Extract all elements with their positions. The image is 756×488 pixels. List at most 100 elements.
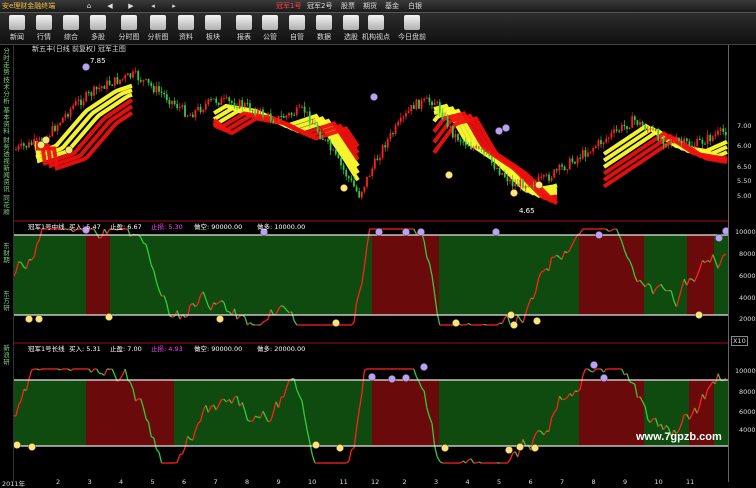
quotes-icon — [36, 15, 52, 30]
menu-item[interactable]: 白银 — [408, 0, 422, 12]
candle-body — [202, 110, 204, 112]
forward-icon[interactable]: ▶ — [125, 1, 137, 11]
candle-body — [254, 110, 256, 115]
prev-icon[interactable]: ◂ — [147, 1, 159, 11]
candle-body — [291, 113, 293, 115]
oscillator-segment — [609, 231, 612, 232]
candle-body — [249, 103, 251, 111]
menu-item[interactable]: 期货 — [363, 0, 377, 12]
candle-body — [296, 107, 298, 114]
candle-body — [400, 118, 402, 122]
candle-body — [166, 94, 168, 100]
candle-body — [18, 146, 20, 149]
candle-body — [462, 141, 464, 142]
oscillator-segment — [440, 461, 443, 463]
candle-body — [325, 140, 327, 141]
candle-body — [616, 129, 618, 130]
month-label: 7 — [560, 478, 564, 486]
sidebar-tab[interactable]: 东财期 — [1, 243, 12, 264]
candle-body — [31, 142, 33, 144]
candle-body — [449, 126, 451, 127]
candle-body — [286, 115, 288, 117]
panel1-buy: 买入: 5.47 — [69, 223, 101, 231]
candle-body — [717, 131, 719, 135]
oscillator-segment — [177, 455, 180, 463]
candle-body — [213, 99, 215, 100]
oscillator-segment — [617, 229, 620, 235]
back-icon[interactable]: ◀ — [104, 1, 116, 11]
candle-body — [26, 146, 28, 148]
candle-body — [283, 116, 285, 118]
oscillator-segment — [461, 461, 464, 463]
candle-body — [262, 109, 264, 116]
oscillator-segment — [580, 229, 583, 233]
candle-body — [392, 133, 394, 134]
oscillator-segment — [39, 369, 42, 370]
candle-body — [551, 178, 553, 181]
sidebar-tab[interactable]: 分时走势 — [1, 48, 12, 76]
toolbar-button[interactable]: 今日盘前 — [397, 13, 427, 44]
sidebar-tab[interactable]: 东方研 — [1, 291, 12, 312]
candle-body — [340, 158, 342, 165]
candle-body — [20, 143, 22, 146]
month-label: 9 — [623, 478, 627, 486]
stock-picker-icon — [343, 15, 359, 30]
signal-face-icon — [370, 93, 377, 100]
signal-face-icon — [28, 443, 35, 450]
menu-item[interactable]: 冠军2号 — [307, 0, 332, 12]
candle-body — [670, 143, 672, 144]
sidebar-tab[interactable]: 同花顺 — [1, 195, 12, 216]
candle-body — [504, 173, 506, 177]
candle-body — [356, 187, 358, 192]
candle-body — [525, 186, 527, 188]
candle-body — [158, 86, 160, 92]
candle-body — [608, 137, 610, 138]
oscillator-segment — [37, 369, 40, 370]
oscillator-segment — [91, 369, 94, 372]
analysis-chart-icon — [150, 15, 166, 30]
oscillator-segment — [466, 460, 469, 463]
next-icon[interactable]: ▸ — [168, 1, 180, 11]
signal-face-icon — [216, 315, 223, 322]
candle-body — [327, 140, 329, 142]
candle-body — [145, 79, 147, 80]
candle-body — [353, 180, 355, 186]
menu-item[interactable]: 股票 — [341, 0, 355, 12]
candle-body — [631, 116, 633, 127]
candle-body — [208, 99, 210, 104]
candle-body — [52, 126, 54, 136]
sidebar-tab[interactable]: 财务透视 — [1, 137, 12, 165]
menu-item[interactable]: 冠军1号 — [276, 0, 301, 12]
toolbar-button[interactable]: 机构视点 — [361, 13, 391, 44]
candle-body — [330, 142, 332, 151]
sidebar-tab[interactable]: 技术分析 — [1, 77, 12, 105]
oscillator-segment — [437, 457, 440, 462]
candle-body — [195, 110, 197, 117]
candle-body — [179, 107, 181, 108]
candle-body — [270, 114, 272, 121]
candle-body — [639, 122, 641, 125]
candle-body — [678, 138, 680, 141]
oscillator-segment — [622, 369, 625, 375]
oscillator-segment — [606, 229, 609, 231]
home-icon[interactable]: ⌂ — [83, 1, 95, 11]
panel1-zones — [14, 235, 728, 315]
zone-red — [372, 235, 439, 315]
candle-body — [605, 139, 607, 143]
candle-body — [655, 130, 657, 131]
sidebar-tab[interactable]: 新闻资讯 — [1, 165, 12, 193]
candle-body — [62, 118, 64, 123]
oscillator-segment — [479, 462, 482, 463]
candle-body — [184, 105, 186, 116]
sidebar-tab[interactable]: 基本资料 — [1, 107, 12, 135]
candle-body — [676, 138, 678, 140]
month-label: 4 — [119, 478, 123, 486]
candle-body — [314, 123, 316, 124]
candle-body — [210, 99, 212, 100]
candle-body — [520, 180, 522, 187]
signal-face-icon — [388, 375, 395, 382]
candle-body — [696, 139, 698, 146]
menu-item[interactable]: 基金 — [385, 0, 399, 12]
candle-body — [153, 86, 155, 92]
sidebar-tab[interactable]: 新浪研 — [1, 345, 12, 366]
